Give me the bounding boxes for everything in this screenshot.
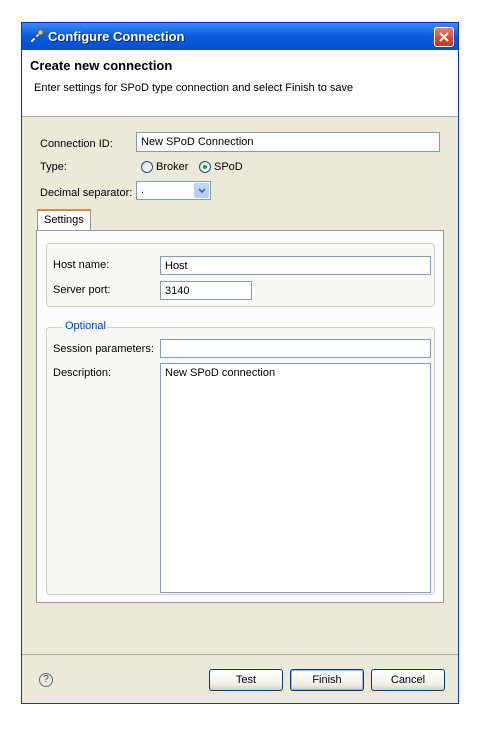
test-button[interactable]: Test [209,669,283,691]
connection-id-label: Connection ID: [40,138,113,150]
chevron-down-icon [198,188,206,194]
decimal-separator-value: . [141,184,145,196]
host-name-field[interactable]: Host [160,256,431,275]
optional-legend: Optional [63,320,108,332]
spod-radio-label[interactable]: SPoD [214,161,243,173]
host-name-label: Host name: [53,259,110,271]
page-title: Create new connection [30,58,173,73]
close-button[interactable] [434,27,454,47]
page-message: Enter settings for SPoD type connection … [34,82,354,94]
tab-settings-label: Settings [44,214,84,226]
decimal-separator-select[interactable]: . [136,181,211,200]
broker-radio[interactable] [141,161,153,173]
description-textarea[interactable]: New SPoD connection [160,363,431,593]
broker-radio-label[interactable]: Broker [156,161,188,173]
tab-settings[interactable]: Settings [37,209,91,231]
session-parameters-field[interactable] [160,339,431,358]
finish-button[interactable]: Finish [290,669,364,691]
footer-divider [22,654,458,655]
header-banner: Create new connection Enter settings for… [22,50,458,117]
session-parameters-label: Session parameters: [53,343,154,355]
title-bar[interactable]: Configure Connection [22,23,458,50]
close-icon [439,32,449,42]
server-port-label: Server port: [53,284,111,296]
connection-id-field[interactable]: New SPoD Connection [136,132,440,152]
configure-connection-dialog: Configure Connection Create new connecti… [21,22,459,704]
description-label: Description: [53,367,112,379]
dropdown-button[interactable] [194,183,209,198]
decimal-separator-label: Decimal separator: [40,187,133,199]
settings-tab-panel: Host name: Host Server port: 3140 Option… [36,230,444,603]
cancel-button[interactable]: Cancel [371,669,445,691]
window-title: Configure Connection [48,29,185,44]
radio-selected-dot [203,165,207,169]
connection-plug-icon [29,29,44,44]
type-label: Type: [40,161,67,173]
optional-group: Optional Session parameters: Description… [46,320,435,595]
help-icon[interactable]: ? [39,673,53,687]
server-port-field[interactable]: 3140 [160,281,252,300]
connection-settings-group: Host name: Host Server port: 3140 [46,243,435,307]
spod-radio[interactable] [199,161,211,173]
